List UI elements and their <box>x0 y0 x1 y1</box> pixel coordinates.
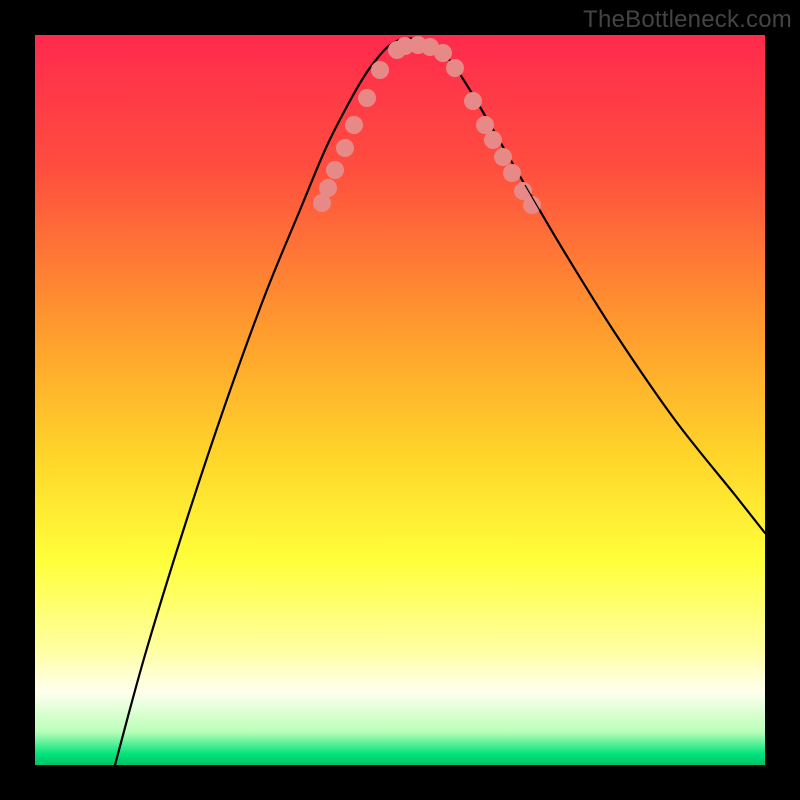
curve-marker <box>319 179 337 197</box>
curve-marker <box>484 131 502 149</box>
bottleneck-curve-thin <box>525 185 765 533</box>
watermark-text: TheBottleneck.com <box>583 6 792 34</box>
curve-markers <box>313 36 541 214</box>
curve-marker <box>358 89 376 107</box>
bottleneck-curve <box>115 38 765 765</box>
chart-svg <box>35 35 765 765</box>
curve-marker <box>345 116 363 134</box>
curve-marker <box>503 164 521 182</box>
curve-marker <box>434 44 452 62</box>
curve-marker <box>464 92 482 110</box>
curve-marker <box>523 196 541 214</box>
curve-marker <box>371 61 389 79</box>
curve-marker <box>336 139 354 157</box>
curve-marker <box>494 148 512 166</box>
curve-marker <box>446 59 464 77</box>
plot-frame <box>35 35 765 765</box>
curve-marker <box>326 161 344 179</box>
